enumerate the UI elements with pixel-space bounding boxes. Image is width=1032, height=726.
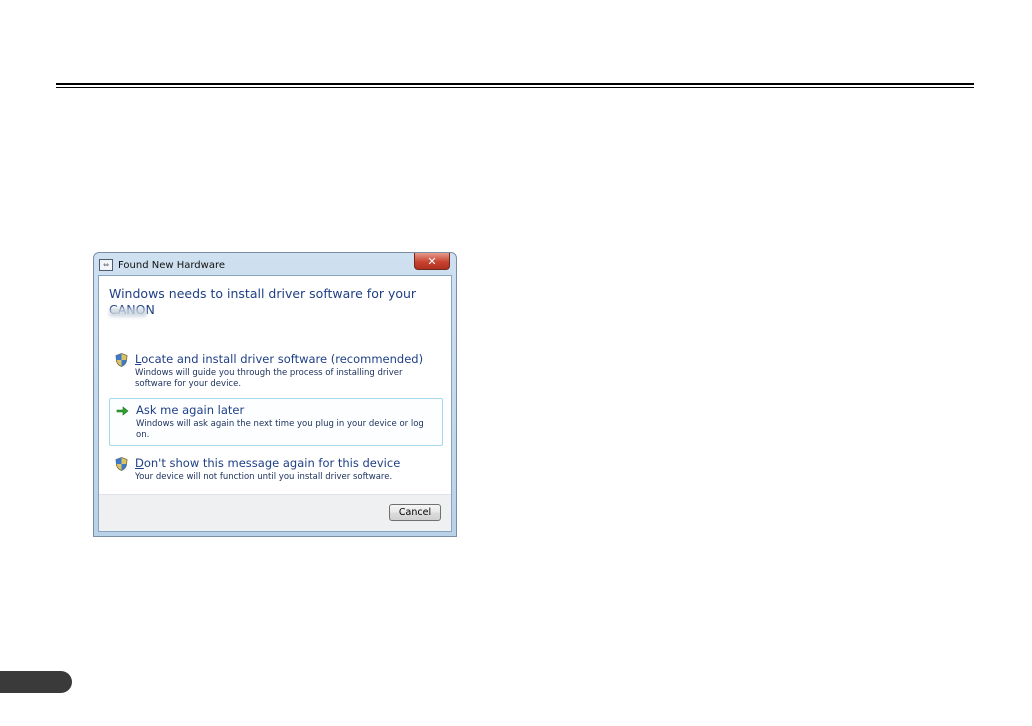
header-rule-thick — [56, 83, 974, 85]
header-rule-thin — [56, 87, 974, 88]
green-arrow-icon — [116, 406, 129, 416]
shield-icon — [115, 353, 128, 367]
hardware-icon: ⇔ — [99, 259, 113, 271]
dialog-footer: Cancel — [99, 494, 451, 531]
dialog-title: Found New Hardware — [118, 259, 225, 271]
option-title: Don't show this message again for this d… — [135, 456, 401, 470]
option-locate-install[interactable]: Locate and install driver software (reco… — [109, 348, 443, 394]
dialog-content: Windows needs to install driver software… — [98, 275, 452, 532]
option-title: Locate and install driver software (reco… — [135, 352, 424, 366]
close-icon: ✕ — [427, 254, 437, 268]
redacted-device-name — [109, 308, 147, 317]
found-new-hardware-dialog: ⇔ Found New Hardware ✕ Windows needs to … — [93, 252, 457, 537]
dialog-heading: Windows needs to install driver software… — [109, 286, 417, 317]
option-description: Your device will not function until you … — [135, 472, 393, 482]
cancel-button[interactable]: Cancel — [389, 504, 441, 521]
option-title: Ask me again later — [136, 403, 245, 417]
page-number-tab — [0, 671, 72, 693]
close-button[interactable]: ✕ — [414, 253, 450, 270]
shield-icon — [115, 457, 128, 471]
option-dont-show[interactable]: Don't show this message again for this d… — [109, 452, 443, 487]
option-description: Windows will ask again the next time you… — [136, 419, 424, 440]
option-ask-later[interactable]: Ask me again later Windows will ask agai… — [109, 398, 443, 446]
dialog-titlebar[interactable]: ⇔ Found New Hardware ✕ — [94, 253, 456, 275]
option-description: Windows will guide you through the proce… — [135, 368, 403, 389]
